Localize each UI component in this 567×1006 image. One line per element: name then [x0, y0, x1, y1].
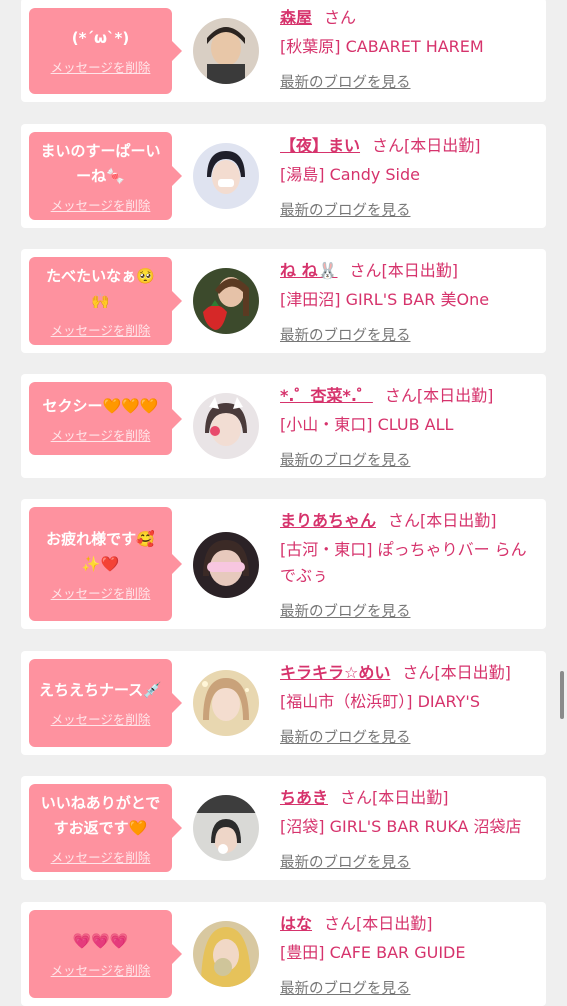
message-text: セクシー🧡🧡🧡: [42, 396, 159, 415]
list-item: セクシー🧡🧡🧡 メッセージを削除 *.゜杏菜*.゜ さん[本日出勤] [小山・東口…: [21, 374, 546, 478]
avatar[interactable]: [193, 18, 259, 84]
delete-message-link[interactable]: メッセージを削除: [51, 195, 151, 214]
avatar[interactable]: [193, 670, 259, 736]
avatar[interactable]: [193, 795, 259, 861]
scrollbar[interactable]: [560, 671, 564, 719]
delete-message-link[interactable]: メッセージを削除: [51, 583, 151, 602]
message-text: いいねありがとですお返です🧡: [40, 793, 161, 837]
delete-message-link[interactable]: メッセージを削除: [51, 320, 151, 339]
entry-info: はな さん[本日出勤] [豊田] CAFE BAR GUIDE: [280, 912, 538, 966]
blog-link[interactable]: 最新のブログを見る: [280, 600, 411, 621]
avatar[interactable]: [193, 921, 259, 987]
honorific: さん: [388, 511, 421, 530]
status-badge: [本日出勤]: [381, 261, 459, 280]
list-item: たべたいなぁ🥺🙌 メッセージを削除 ね ね🐰 さん[本日出勤] [津田沼] GIR…: [21, 249, 546, 353]
entry-info: *.゜杏菜*.゜ さん[本日出勤] [小山・東口] CLUB ALL: [280, 384, 538, 438]
status-badge: [本日出勤]: [420, 511, 497, 530]
message-bubble: 💗💗💗 メッセージを削除: [29, 910, 182, 998]
honorific: さん: [349, 261, 382, 280]
delete-message-link[interactable]: メッセージを削除: [51, 57, 151, 76]
cast-name-link[interactable]: *.゜杏菜*.゜: [280, 386, 373, 405]
message-bubble: お疲れ様です🥰✨❤️ メッセージを削除: [29, 507, 182, 621]
list-item: 💗💗💗 メッセージを削除 はな さん[本日出勤] [豊田] CAFE BAR GU…: [21, 902, 546, 1006]
message-text: お疲れ様です🥰✨❤️: [46, 529, 155, 573]
avatar[interactable]: [193, 532, 259, 598]
blog-link[interactable]: 最新のブログを見る: [280, 324, 411, 345]
delete-message-link[interactable]: メッセージを削除: [51, 709, 151, 728]
message-bubble: えちえちナース💉 メッセージを削除: [29, 659, 182, 747]
list-item: いいねありがとですお返です🧡 メッセージを削除 ちあき さん[本日出勤] [沼袋]…: [21, 776, 546, 880]
delete-message-link[interactable]: メッセージを削除: [51, 425, 151, 444]
avatar[interactable]: [193, 268, 259, 334]
cast-name-link[interactable]: 【夜】まい: [280, 136, 360, 155]
entry-info: 【夜】まい さん[本日出勤] [湯島] Candy Side: [280, 134, 538, 188]
message-bubble: セクシー🧡🧡🧡 メッセージを削除: [29, 382, 182, 455]
blog-link[interactable]: 最新のブログを見る: [280, 71, 411, 92]
honorific: さん: [384, 386, 417, 405]
cast-name-link[interactable]: ね ね🐰: [280, 261, 338, 280]
message-text: 💗💗💗: [72, 932, 129, 950]
blog-link[interactable]: 最新のブログを見る: [280, 977, 411, 998]
message-text: えちえちナース💉: [39, 681, 162, 699]
message-text: (*´ω`*): [71, 29, 130, 47]
blog-link[interactable]: 最新のブログを見る: [280, 726, 411, 747]
list-item: えちえちナース💉 メッセージを削除 キラキラ☆めい さん[本日出勤] [福山市（松…: [21, 651, 546, 755]
honorific: さん: [402, 663, 435, 682]
status-badge: [本日出勤]: [356, 914, 433, 933]
message-bubble: (*´ω`*) メッセージを削除: [29, 8, 182, 94]
entry-info: ね ね🐰 さん[本日出勤] [津田沼] GIRL'S BAR 美One: [280, 259, 538, 313]
shop-name: [福山市（松浜町）] DIARY'S: [280, 692, 480, 711]
message-bubble: いいねありがとですお返です🧡 メッセージを削除: [29, 784, 182, 872]
avatar[interactable]: [193, 393, 259, 459]
delete-message-link[interactable]: メッセージを削除: [51, 847, 151, 866]
honorific: さん: [340, 788, 373, 807]
message-text: たべたいなぁ🥺🙌: [46, 266, 155, 310]
honorific: さん: [372, 136, 405, 155]
entry-info: まりあちゃん さん[本日出勤] [古河・東口] ぽっちゃりバー らんでぶぅ: [280, 509, 538, 589]
honorific: さん: [324, 914, 357, 933]
entry-info: キラキラ☆めい さん[本日出勤] [福山市（松浜町）] DIARY'S: [280, 661, 538, 715]
blog-link[interactable]: 最新のブログを見る: [280, 449, 411, 470]
blog-link[interactable]: 最新のブログを見る: [280, 199, 411, 220]
cast-name-link[interactable]: ちあき: [280, 788, 328, 807]
cast-name-link[interactable]: はな: [280, 914, 312, 933]
cast-name-link[interactable]: 森屋: [280, 8, 312, 27]
entry-info: ちあき さん[本日出勤] [沼袋] GIRL'S BAR RUKA 沼袋店: [280, 786, 538, 840]
status-badge: [本日出勤]: [404, 136, 481, 155]
status-badge: [本日出勤]: [434, 663, 511, 682]
cast-name-link[interactable]: まりあちゃん: [280, 511, 376, 530]
message-bubble: まいのすーぱーいーね🍬 メッセージを削除: [29, 132, 182, 220]
status-badge: [本日出勤]: [416, 386, 494, 405]
list-item: まいのすーぱーいーね🍬 メッセージを削除 【夜】まい さん[本日出勤] [湯島] …: [21, 124, 546, 228]
shop-name: [津田沼] GIRL'S BAR 美One: [280, 290, 490, 309]
shop-name: [古河・東口] ぽっちゃりバー らんでぶぅ: [280, 540, 527, 585]
entry-info: 森屋 さん [秋葉原] CABARET HAREM: [280, 6, 538, 60]
honorific: さん: [324, 8, 357, 27]
shop-name: [湯島] Candy Side: [280, 165, 421, 184]
list-item: (*´ω`*) メッセージを削除 森屋 さん [秋葉原] CABARET HARE…: [21, 0, 546, 102]
status-badge: [本日出勤]: [372, 788, 449, 807]
blog-link[interactable]: 最新のブログを見る: [280, 851, 411, 872]
cast-name-link[interactable]: キラキラ☆めい: [280, 663, 390, 682]
shop-name: [小山・東口] CLUB ALL: [280, 415, 454, 434]
shop-name: [豊田] CAFE BAR GUIDE: [280, 943, 466, 962]
message-bubble: たべたいなぁ🥺🙌 メッセージを削除: [29, 257, 182, 345]
delete-message-link[interactable]: メッセージを削除: [51, 960, 151, 979]
message-text: まいのすーぱーいーね🍬: [40, 141, 161, 185]
list-item: お疲れ様です🥰✨❤️ メッセージを削除 まりあちゃん さん[本日出勤] [古河・東…: [21, 499, 546, 629]
shop-name: [沼袋] GIRL'S BAR RUKA 沼袋店: [280, 817, 522, 836]
shop-name: [秋葉原] CABARET HAREM: [280, 37, 484, 56]
avatar[interactable]: [193, 143, 259, 209]
